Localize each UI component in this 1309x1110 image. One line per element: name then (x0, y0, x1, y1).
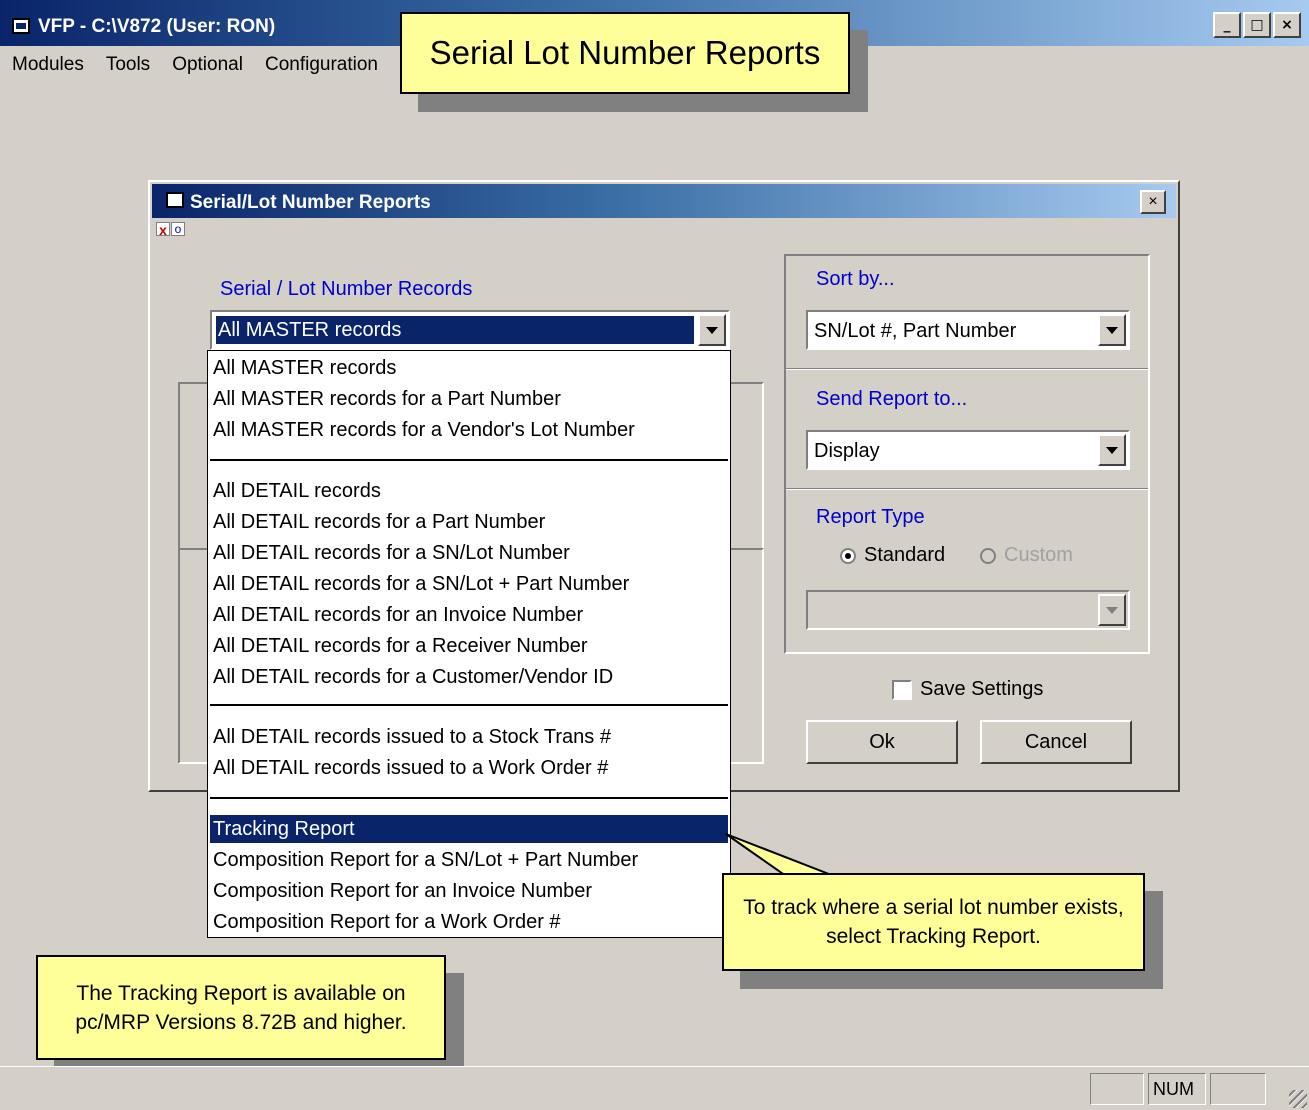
list-item[interactable]: All MASTER records for a Part Number (210, 385, 728, 413)
save-settings-label: Save Settings (920, 678, 1044, 700)
send-to-combo[interactable]: Display (806, 430, 1130, 470)
list-item[interactable]: Composition Report for an Invoice Number (210, 877, 728, 905)
close-button[interactable]: × (1273, 12, 1301, 38)
ok-button[interactable]: Ok (806, 720, 958, 764)
radio-standard[interactable]: Standard (840, 544, 945, 567)
version-tip-callout: The Tracking Report is available on pc/M… (36, 955, 446, 1060)
chevron-down-icon[interactable] (1098, 314, 1126, 346)
chevron-down-icon[interactable] (1098, 434, 1126, 466)
list-item[interactable]: Composition Report for a SN/Lot + Part N… (210, 846, 728, 874)
list-item[interactable]: All MASTER records (210, 354, 728, 382)
list-separator (210, 459, 728, 461)
app-title: VFP - C:\V872 (User: RON) (38, 16, 276, 37)
sort-by-combo[interactable]: SN/Lot #, Part Number (806, 310, 1130, 350)
status-bar: NUM (0, 1066, 1309, 1110)
dialog-title: Serial/Lot Number Reports (190, 192, 431, 213)
circle-icon[interactable]: o (171, 222, 185, 236)
chevron-down-icon[interactable] (698, 314, 726, 346)
checkbox-box (892, 679, 912, 700)
dialog-icon (166, 192, 184, 208)
sort-by-value: SN/Lot #, Part Number (814, 320, 1017, 342)
records-combo[interactable]: All MASTER records (210, 310, 730, 350)
menu-optional[interactable]: Optional (172, 54, 243, 76)
records-combo-value: All MASTER records (216, 316, 694, 344)
list-item[interactable]: All DETAIL records for a SN/Lot Number (210, 539, 728, 567)
status-pane (1090, 1073, 1144, 1105)
dialog-close-button[interactable]: × (1140, 190, 1166, 214)
list-item[interactable]: All DETAIL records for a Customer/Vendor… (210, 663, 728, 691)
list-item[interactable]: Composition Report for a Work Order # (210, 908, 728, 936)
list-item[interactable]: All DETAIL records for a SN/Lot + Part N… (210, 570, 728, 598)
tracking-tip-callout: To track where a serial lot number exist… (722, 873, 1145, 971)
mini-toolbar: x o (156, 222, 185, 237)
records-dropdown-list: All MASTER records All MASTER records fo… (207, 350, 731, 938)
dialog-titlebar: Serial/Lot Number Reports × (152, 184, 1176, 218)
maximize-button[interactable]: □ (1243, 12, 1271, 38)
list-item[interactable]: All DETAIL records issued to a Stock Tra… (210, 723, 728, 751)
chevron-down-icon[interactable] (1098, 594, 1126, 626)
save-settings-checkbox[interactable]: Save Settings (892, 678, 1043, 701)
status-pane (1210, 1073, 1266, 1105)
report-type-label: Report Type (816, 506, 925, 528)
list-separator (210, 797, 728, 799)
records-label: Serial / Lot Number Records (220, 278, 473, 300)
minimize-button[interactable]: _ (1213, 12, 1241, 38)
custom-report-combo[interactable] (806, 590, 1130, 630)
menu-modules[interactable]: Modules (12, 54, 84, 76)
radio-selected-icon (840, 547, 856, 564)
list-item[interactable]: All DETAIL records (210, 477, 728, 505)
list-item[interactable]: All DETAIL records for an Invoice Number (210, 601, 728, 629)
status-num: NUM (1148, 1073, 1206, 1105)
list-separator (210, 704, 728, 706)
radio-custom[interactable]: Custom (980, 544, 1073, 567)
radio-empty-icon (980, 547, 996, 564)
list-item[interactable]: All DETAIL records for a Receiver Number (210, 632, 728, 660)
divider (786, 368, 1148, 370)
radio-standard-label: Standard (864, 544, 946, 566)
window-buttons: _ □ × (1213, 12, 1301, 38)
menu-configuration[interactable]: Configuration (265, 54, 378, 76)
radio-custom-label: Custom (1004, 544, 1073, 566)
list-item-tracking-report[interactable]: Tracking Report (210, 815, 728, 843)
resize-grip-icon[interactable] (1289, 1090, 1307, 1108)
list-item[interactable]: All MASTER records for a Vendor's Lot Nu… (210, 416, 728, 444)
send-to-label: Send Report to... (816, 388, 968, 410)
menu-tools[interactable]: Tools (106, 54, 150, 76)
title-callout: Serial Lot Number Reports (400, 12, 850, 94)
list-item[interactable]: All DETAIL records issued to a Work Orde… (210, 754, 728, 782)
divider (786, 488, 1148, 490)
app-icon (12, 18, 30, 34)
list-item[interactable]: All DETAIL records for a Part Number (210, 508, 728, 536)
cancel-button[interactable]: Cancel (980, 720, 1132, 764)
send-to-value: Display (814, 440, 880, 462)
sort-by-label: Sort by... (816, 268, 895, 290)
delete-icon[interactable]: x (156, 222, 170, 237)
